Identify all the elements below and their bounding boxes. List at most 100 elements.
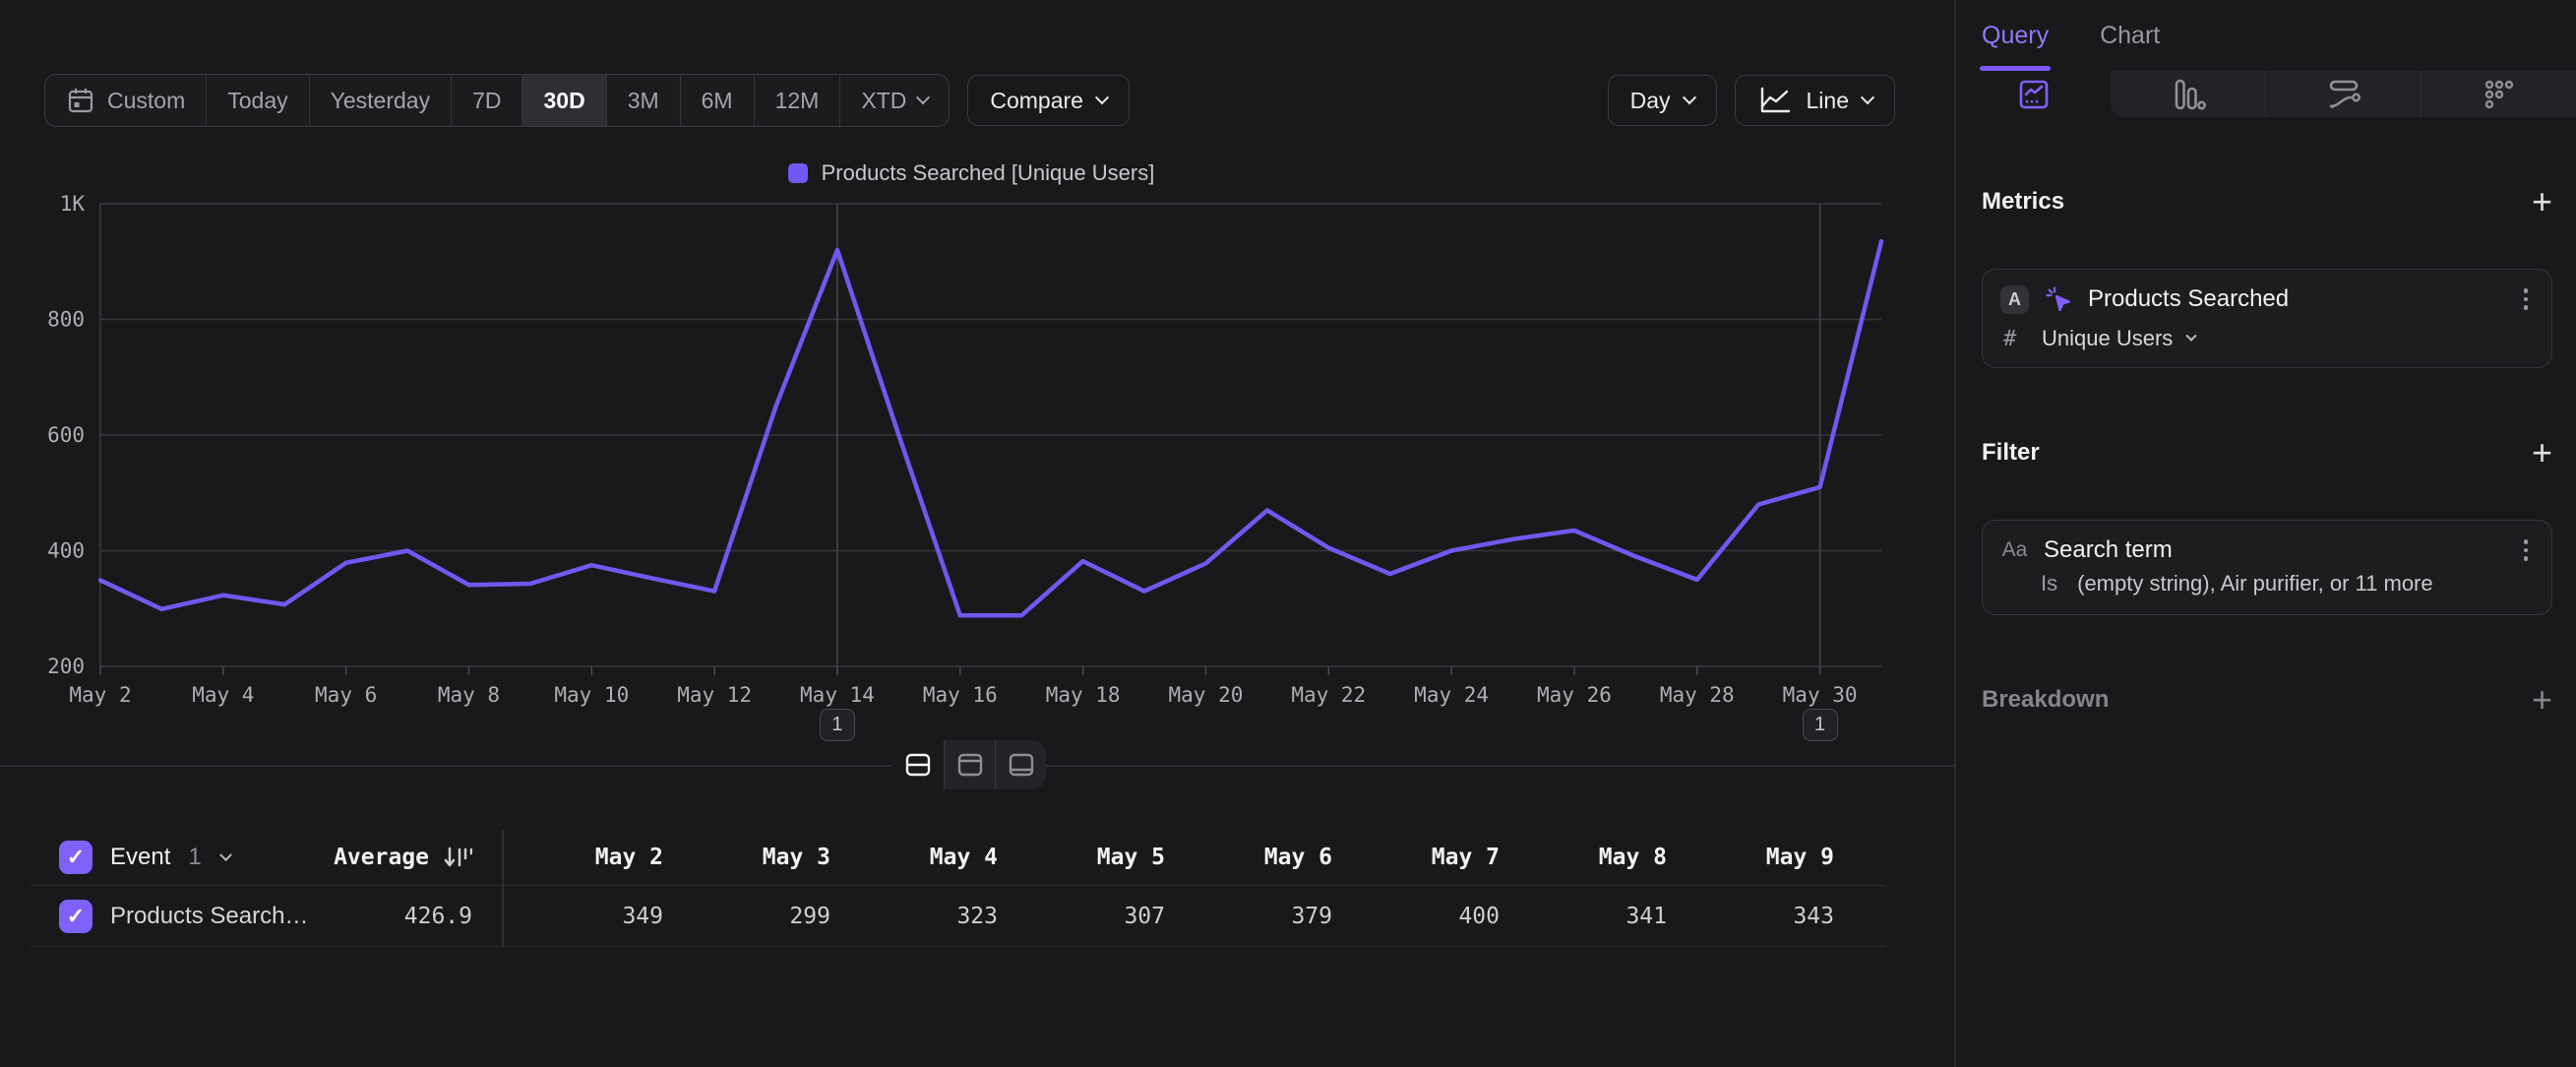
legend-swatch [788,163,808,183]
chevron-down-icon [2186,331,2197,342]
svg-text:May 16: May 16 [923,683,998,707]
chevron-down-icon[interactable] [219,848,232,861]
event-header-label: Event [110,844,170,871]
tab-query[interactable]: Query [1982,0,2049,71]
svg-text:May 6: May 6 [315,683,377,707]
add-metric-button[interactable]: + [2532,184,2552,220]
chart-type-dropdown[interactable]: Line [1735,75,1895,126]
compare-button[interactable]: Compare [967,75,1130,126]
filter-operator[interactable]: Is [2041,571,2057,596]
measure-selector[interactable]: # Unique Users [1983,318,2551,367]
date-column-header: May 9 [1673,845,1840,870]
add-breakdown-button[interactable]: + [2532,682,2552,718]
event-count: 1 [188,844,201,871]
chevron-down-icon [916,91,930,104]
svg-text:May 10: May 10 [554,683,629,707]
cell-value: 341 [1505,904,1673,929]
sort-icon[interactable] [443,845,472,870]
cell-value: 349 [502,904,669,929]
range-xtd[interactable]: XTD [839,75,949,126]
svg-text:May 22: May 22 [1291,683,1366,707]
table-header-row: Event 1 Average May 2 May 3 May [30,830,1885,886]
cell-value: 323 [836,904,1004,929]
add-filter-button[interactable]: + [2532,435,2552,471]
filter-property-name[interactable]: Search term [2044,536,2505,564]
average-value: 426.9 [313,904,478,929]
cell-value: 299 [669,904,836,929]
table-column-separator [502,830,504,947]
tab-more[interactable] [2421,71,2576,117]
date-column-header: May 6 [1171,845,1338,870]
line-chart-icon [1757,85,1793,116]
string-type-icon: Aa [2000,538,2029,562]
metric-event-name[interactable]: Products Searched [2088,285,2505,313]
tab-flows[interactable] [2265,71,2421,117]
cell-value: 379 [1171,904,1338,929]
date-column-header: May 2 [502,845,669,870]
svg-text:800: 800 [47,308,85,332]
range-30d[interactable]: 30D [521,75,605,126]
granularity-dropdown[interactable]: Day [1608,75,1717,126]
tab-funnels[interactable] [2111,71,2265,117]
annotation-badge[interactable]: 1 [1803,709,1838,741]
kebab-menu-icon[interactable] [2520,284,2533,314]
filter-card[interactable]: Aa Search term Is (empty string), Air pu… [1982,520,2552,615]
range-today[interactable]: Today [206,75,308,126]
date-column-header: May 5 [1004,845,1171,870]
filter-title: Filter [1982,439,2040,467]
svg-text:May 8: May 8 [438,683,500,707]
number-type-icon: # [2003,327,2027,351]
more-apps-icon [2483,78,2516,111]
bar-chart-icon [2170,77,2207,112]
measure-label: Unique Users [2042,326,2173,351]
date-column-header: May 7 [1338,845,1505,870]
filter-values[interactable]: (empty string), Air purifier, or 11 more [2077,571,2433,596]
results-table: Event 1 Average May 2 May 3 May [30,830,1885,947]
tab-insights[interactable] [1956,71,2111,117]
svg-text:May 14: May 14 [800,683,875,707]
select-all-checkbox[interactable] [59,841,92,874]
svg-text:May 24: May 24 [1414,683,1489,707]
kebab-menu-icon[interactable] [2520,535,2533,565]
date-range-control: Custom Today Yesterday 7D 30D 3M 6M 12M … [44,74,950,127]
table-row: Products Searched [Unique Users] 426.9 3… [30,886,1885,947]
average-column-header[interactable]: Average [334,845,429,870]
filter-section-header: Filter + [1982,435,2552,471]
chevron-down-icon [1682,91,1695,104]
filter-condition[interactable]: Is (empty string), Air purifier, or 11 m… [1983,569,2551,614]
calendar-icon [66,86,95,115]
svg-text:200: 200 [47,655,85,678]
flows-icon [2325,77,2362,112]
svg-text:May 28: May 28 [1660,683,1735,707]
line-chart[interactable]: 1K800600400200May 2May 4May 6May 8May 10… [39,182,1899,738]
svg-text:May 2: May 2 [69,683,131,707]
date-column-header: May 4 [836,845,1004,870]
svg-text:May 12: May 12 [677,683,752,707]
svg-text:600: 600 [47,423,85,447]
annotation-badge[interactable]: 1 [820,709,855,741]
metrics-title: Metrics [1982,188,2064,216]
series-name[interactable]: Products Searched [Unique Users] [110,903,313,930]
layout-table-only-button[interactable] [995,740,1046,789]
report-type-tabs [1956,71,2576,117]
metric-card[interactable]: A Products Searched # Unique Users [1982,269,2552,368]
report-canvas: Custom Today Yesterday 7D 30D 3M 6M 12M … [0,0,1954,1067]
analytics-app: Custom Today Yesterday 7D 30D 3M 6M 12M … [0,0,2576,1067]
event-spark-icon [2044,284,2073,314]
range-3m[interactable]: 3M [606,75,680,126]
range-6m[interactable]: 6M [680,75,754,126]
layout-split-button[interactable] [892,740,944,789]
cell-value: 343 [1673,904,1840,929]
tab-chart[interactable]: Chart [2100,0,2160,71]
range-custom-label: Custom [107,88,185,114]
range-7d[interactable]: 7D [451,75,521,126]
panel-tabs: Query Chart [1956,0,2576,71]
range-custom[interactable]: Custom [45,75,206,126]
metric-letter-badge: A [2000,285,2029,314]
svg-text:400: 400 [47,539,85,563]
range-yesterday[interactable]: Yesterday [309,75,451,126]
range-12m[interactable]: 12M [754,75,840,126]
layout-chart-only-button[interactable] [944,740,995,789]
row-checkbox[interactable] [59,900,92,933]
cell-value: 307 [1004,904,1171,929]
